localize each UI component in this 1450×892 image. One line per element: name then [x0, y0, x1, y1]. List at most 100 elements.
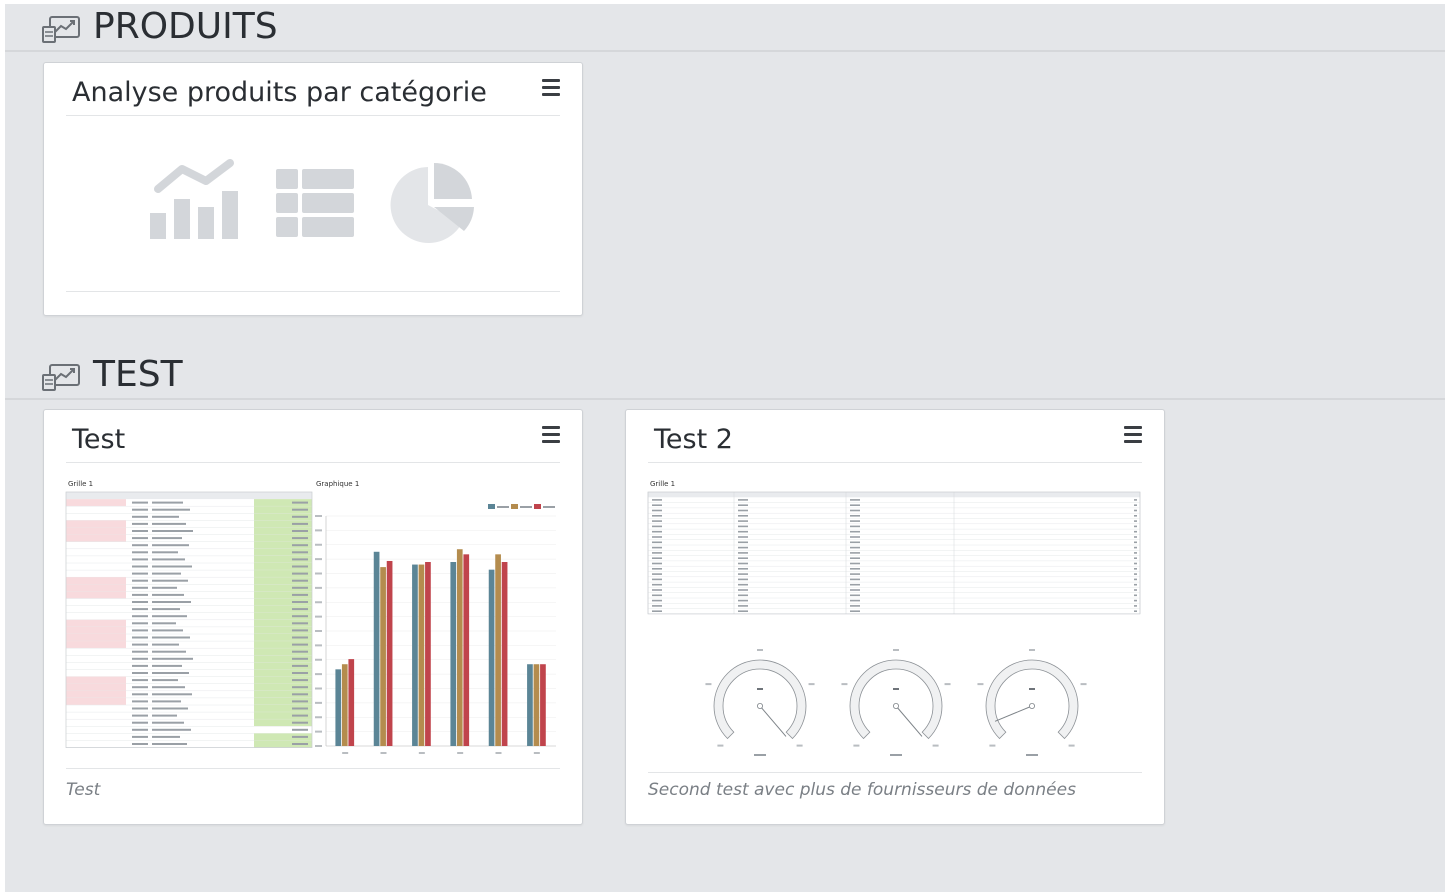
grid-row [66, 619, 312, 628]
grid-row [66, 499, 312, 507]
grid-cell-text [292, 672, 308, 674]
gauge-value-label [1029, 688, 1035, 690]
legend-swatch [488, 504, 495, 509]
tick-label [315, 716, 322, 719]
grid-cell-text [1134, 530, 1137, 533]
bar [373, 551, 380, 746]
grid-cell-text [292, 693, 308, 696]
dashboard-card-test[interactable]: Test Grille 1 Graphique 1 Test [43, 409, 583, 825]
gauge [977, 649, 1087, 756]
grid-cell-text [1134, 599, 1137, 602]
grid-cell-text [738, 546, 748, 549]
gauge-needle [759, 705, 787, 737]
card-title: Test 2 [654, 424, 733, 455]
grid-cell-text [850, 610, 860, 612]
grid-cell-text [292, 586, 308, 589]
grid-cell-text [652, 552, 662, 554]
grid-border [647, 491, 1141, 615]
grid-cell-text [738, 552, 748, 554]
gauge-tick-label [841, 683, 848, 686]
grid-cell-text [292, 551, 308, 554]
grid-row [66, 534, 312, 542]
tick-label [315, 673, 322, 676]
grid-cell-text [132, 501, 148, 504]
grid-cell-text [292, 544, 308, 547]
grid-row [648, 530, 1140, 535]
card-divider [648, 772, 1142, 773]
hamburger-menu-icon[interactable] [542, 426, 560, 444]
grid-cell-text [152, 707, 188, 710]
grid-cell-text [132, 664, 148, 667]
grid-cell-highlight [66, 690, 126, 698]
dashboard-icon [42, 16, 80, 43]
grid-row [648, 546, 1140, 551]
grid-cell-text [152, 508, 190, 511]
grid-cell-text [738, 541, 748, 544]
bar [501, 562, 508, 746]
dashboard-card-analyse-produits[interactable]: Analyse produits par catégorie [43, 62, 583, 316]
tick-label [315, 601, 322, 604]
gauge-tick-label [989, 744, 996, 747]
bar [540, 664, 546, 746]
gauge-tick-label [1029, 649, 1035, 651]
grid-row [648, 589, 1140, 593]
grid-cell-text [152, 615, 187, 618]
grid-cell-text [152, 544, 189, 547]
grid-cell-text [652, 610, 662, 612]
grid-row [66, 577, 312, 585]
grid-row [648, 562, 1140, 567]
grid-cell-text [292, 522, 308, 525]
grid-cell-text [850, 499, 860, 501]
grid-cell-text [152, 537, 182, 540]
grid-cell-text [850, 573, 860, 575]
grid-cell-text [152, 686, 185, 689]
grid-cell-text [132, 608, 148, 611]
hamburger-menu-icon[interactable] [542, 79, 560, 97]
legend-swatch [511, 504, 518, 509]
bar-chart [315, 504, 556, 754]
hamburger-menu-icon[interactable] [1124, 426, 1142, 444]
grid-row [66, 513, 312, 521]
grid-cell-highlight [66, 641, 126, 649]
grid-cell-text [738, 536, 748, 538]
tick-label [342, 752, 349, 754]
grid-row [66, 648, 312, 656]
grid-cell-text [652, 599, 662, 602]
grid-cell-text [152, 551, 178, 554]
grid-cell-text [850, 594, 860, 597]
grid-row [66, 655, 312, 663]
grid-cell-text [850, 557, 860, 559]
grid-cell-text [152, 579, 188, 582]
grid-cell-text [292, 508, 308, 511]
grid-cell-text [738, 568, 748, 570]
grid-row [66, 555, 312, 564]
grid-cell-text [738, 504, 748, 506]
grid-cell-text [850, 536, 860, 538]
grid-row [648, 552, 1140, 556]
grid-row [66, 733, 312, 741]
dashboard-card-test-2[interactable]: Test 2 Grille 1 Second test avec plus de… [625, 409, 1165, 825]
grid-row [66, 527, 312, 535]
grid-cell-text [738, 583, 748, 586]
tick-label [315, 630, 322, 632]
grid-cell-text [292, 707, 308, 710]
grid-cell-text [152, 593, 184, 596]
grid-row [66, 598, 312, 606]
card-divider [66, 768, 560, 769]
grid-cell-text [292, 629, 308, 632]
grid-row [648, 599, 1140, 604]
grid-cell-text [132, 551, 148, 554]
bar [488, 569, 495, 746]
grid-row [648, 525, 1140, 530]
grid-cell-text [850, 562, 860, 565]
grid-title: Grille 1 [650, 480, 675, 488]
grid-cell-text [132, 657, 148, 660]
grid-cell-text [132, 615, 148, 618]
tick-label [315, 586, 322, 589]
grid-row [66, 641, 312, 649]
gauge-tick-label [705, 683, 712, 686]
grid-row [66, 605, 312, 613]
grid-row [648, 504, 1140, 509]
bar [533, 664, 540, 746]
grid-cell-text [1134, 568, 1137, 570]
